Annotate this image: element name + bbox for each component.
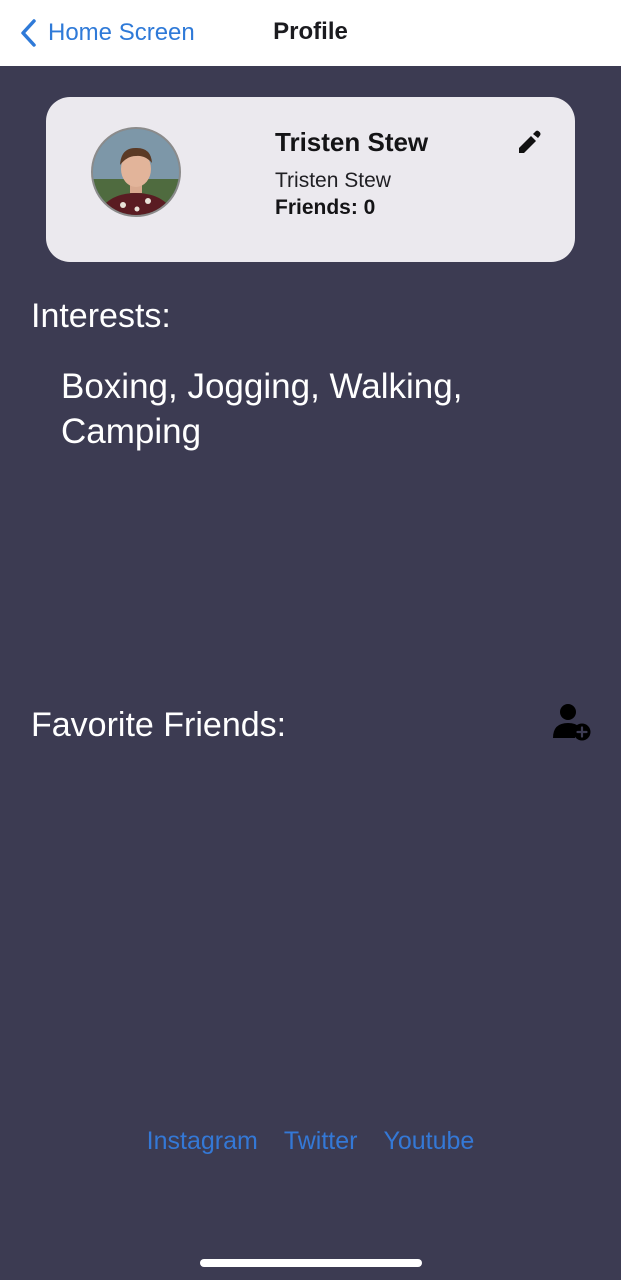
interests-list: Boxing, Jogging, Walking, Camping	[61, 367, 463, 451]
youtube-link[interactable]: Youtube	[383, 1127, 474, 1156]
twitter-link[interactable]: Twitter	[284, 1127, 358, 1156]
edit-profile-button[interactable]	[514, 127, 544, 157]
avatar-photo	[93, 129, 179, 215]
avatar	[91, 127, 181, 217]
page-title: Profile	[273, 18, 348, 45]
social-links: Instagram Twitter Youtube	[0, 1127, 621, 1156]
profile-name: Tristen Stew	[275, 127, 429, 157]
interests-heading: Interests:	[31, 297, 171, 335]
home-indicator	[200, 1259, 422, 1267]
profile-card: Tristen Stew Tristen Stew Friends: 0	[46, 97, 575, 262]
page-title-wrap: Profile	[0, 18, 621, 46]
pencil-icon	[519, 130, 541, 153]
navigation-bar: Home Screen Profile	[0, 0, 621, 66]
favorite-friends-heading: Favorite Friends:	[31, 706, 287, 744]
friends-count: Friends: 0	[275, 196, 376, 219]
profile-username: Tristen Stew	[275, 169, 391, 192]
add-friend-icon	[553, 704, 591, 741]
instagram-link[interactable]: Instagram	[147, 1127, 258, 1156]
add-friend-button[interactable]	[551, 702, 593, 742]
